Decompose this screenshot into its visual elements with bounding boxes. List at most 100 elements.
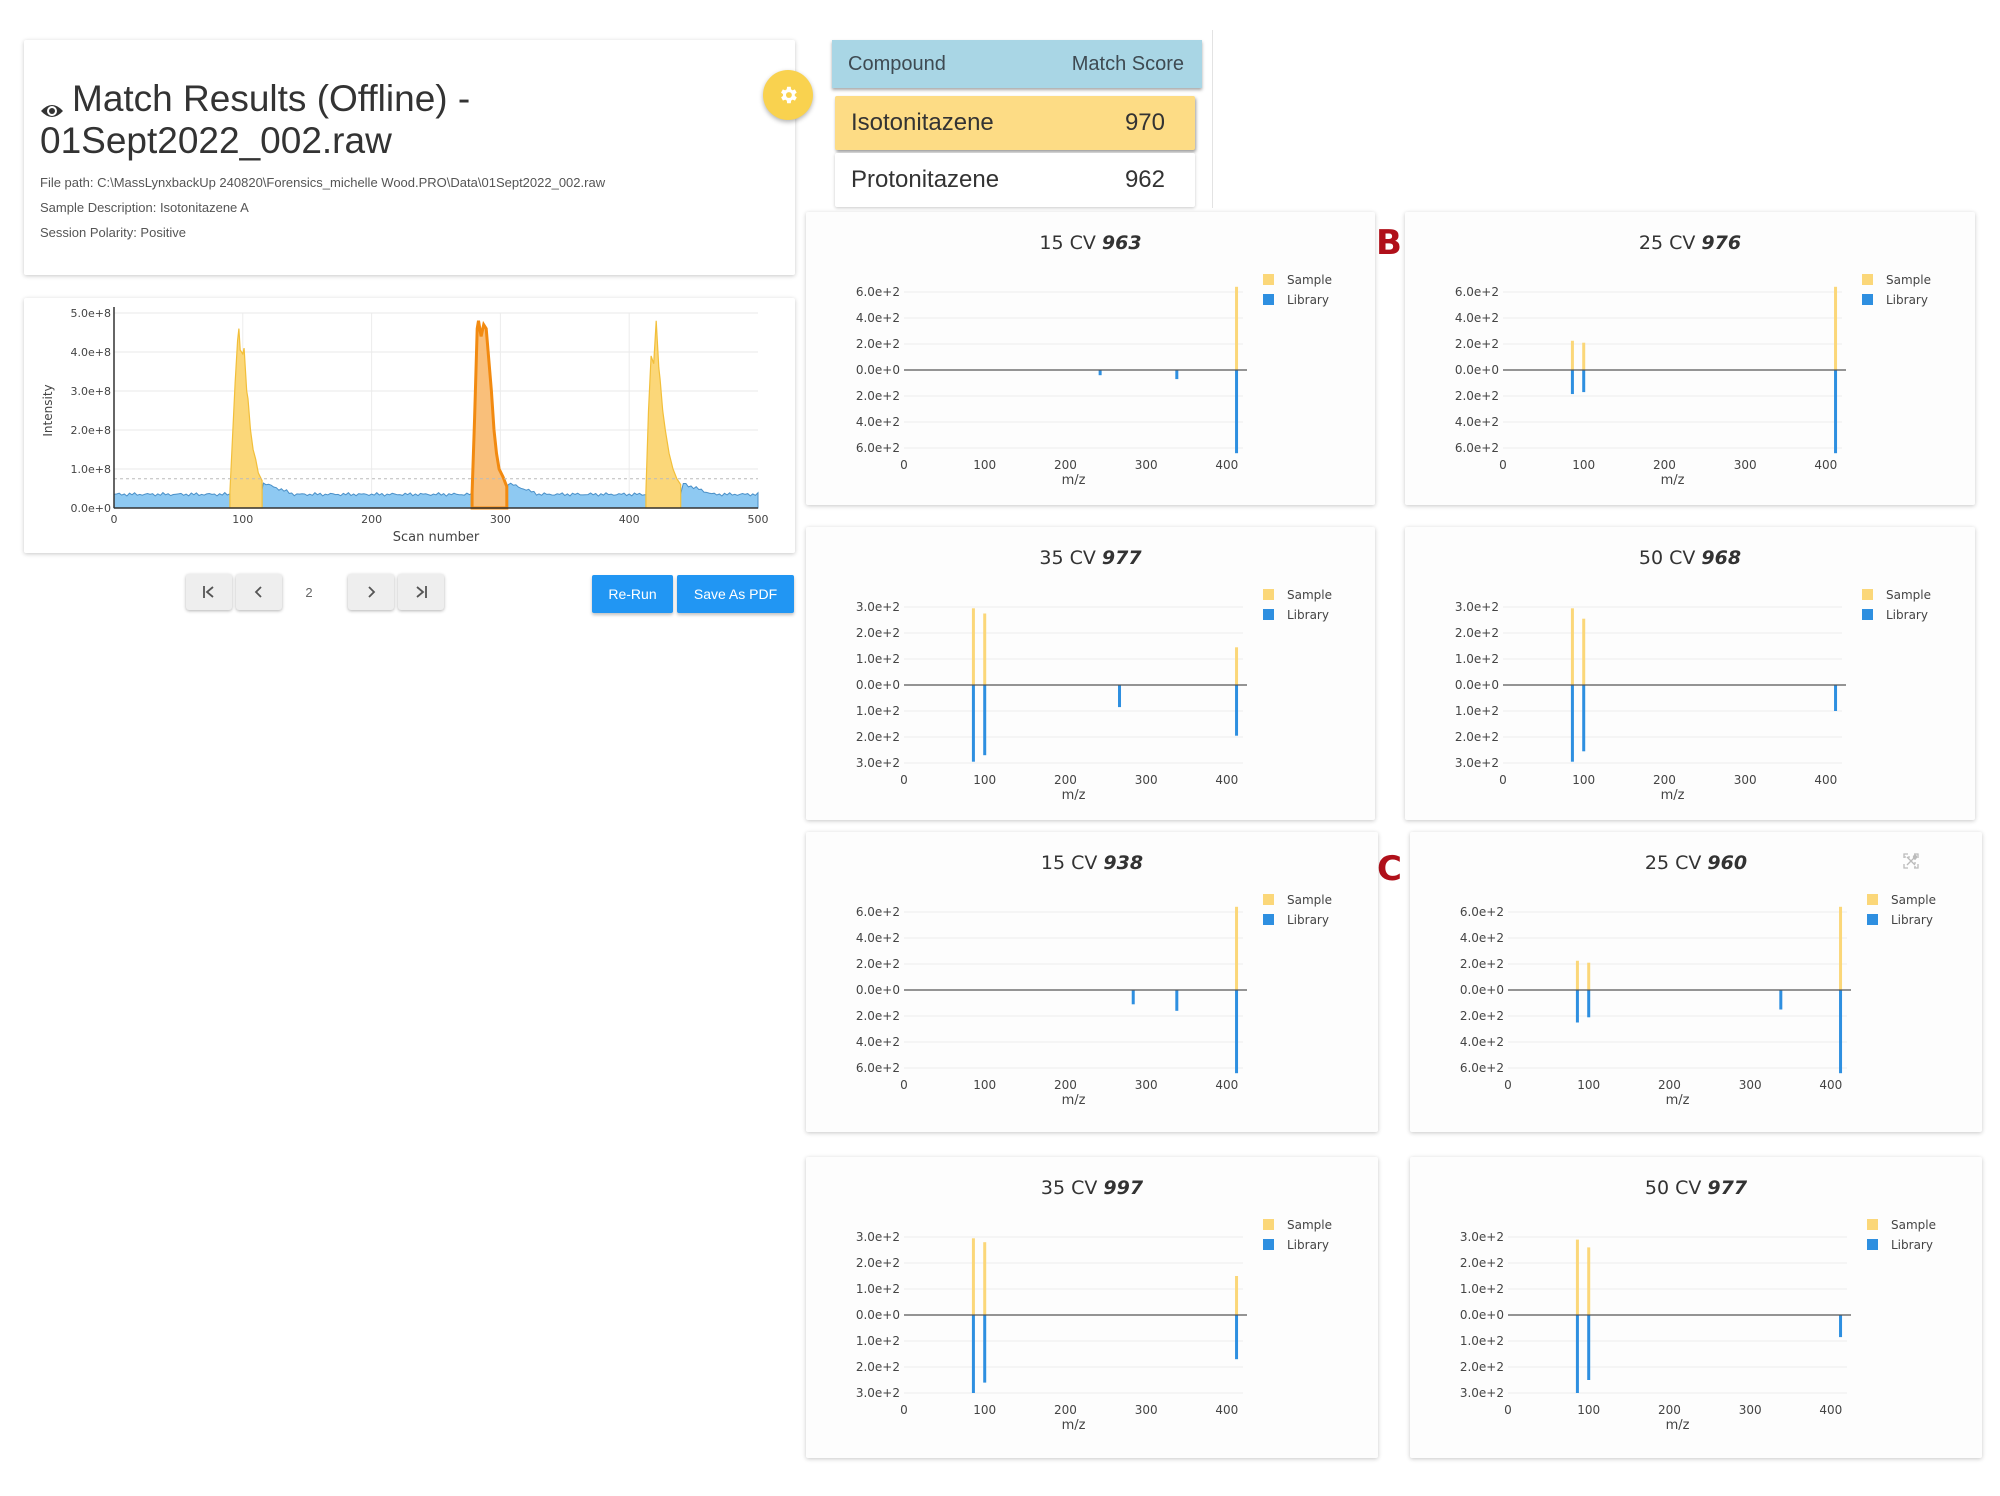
x-tick-label: 100 (1572, 773, 1595, 787)
y-tick-label: 2.0e+2 (1460, 1360, 1504, 1374)
legend-swatch-sample (1263, 1219, 1274, 1230)
x-axis-label: m/z (1062, 1418, 1086, 1433)
y-tick-label: 0.0e+0 (856, 983, 900, 997)
settings-button[interactable] (763, 70, 813, 120)
y-tick-label: 2.0e+2 (1455, 389, 1499, 403)
library-peak-bar (1235, 990, 1239, 1074)
y-tick-label: 0.0e+0 (856, 363, 900, 377)
spectrum-chart[interactable]: 3.0e+2 2.0e+2 1.0e+2 0.0e+0 1.0e+2 2.0e+2 3.0e… (1410, 1157, 1982, 1458)
last-page-button[interactable] (398, 574, 444, 610)
match-score: 970 (1124, 109, 1165, 136)
y-tick-label: 0.0e+0 (856, 1308, 900, 1322)
spectrum-chart[interactable]: 3.0e+2 2.0e+2 1.0e+2 0.0e+0 1.0e+2 2.0e+2 3.0e… (806, 1157, 1378, 1458)
x-tick-label: 300 (1734, 458, 1757, 472)
session-polarity: Session Polarity: Positive (40, 225, 186, 240)
eye-icon (40, 88, 64, 118)
y-tick-label: 6.0e+2 (1455, 441, 1499, 455)
y-tick-label: 6.0e+2 (1460, 1061, 1504, 1075)
x-tick-label: 300 (1135, 1078, 1158, 1092)
library-peak-bar (1575, 1315, 1579, 1393)
column-header-compound: Compound (848, 52, 946, 75)
y-tick-label: 0.0e+0 (1455, 363, 1499, 377)
y-tick-label: 0.0e+0 (1460, 983, 1504, 997)
spectrum-card: 25 CV 960 6.0e+2 4.0e+2 2.0e+2 0.0e+0 2.0e+2 4… (1410, 832, 1982, 1132)
next-page-button[interactable] (348, 574, 394, 610)
y-axis-label: Intensity (41, 384, 55, 436)
library-peak-bar (1175, 990, 1179, 1011)
x-tick-label: 100 (973, 1403, 996, 1417)
compound-table: Compound Match Score Isotonitazene 970 P… (832, 40, 1202, 207)
y-tick-label: 0.0e+0 (71, 502, 111, 515)
spectrum-card: 35 CV 977 3.0e+2 2.0e+2 1.0e+2 0.0e+0 1.0e+2 2… (806, 527, 1375, 820)
y-tick-label: 2.0e+2 (856, 730, 900, 744)
spectrum-chart[interactable]: 6.0e+2 4.0e+2 2.0e+2 0.0e+0 2.0e+2 4.0e+2 6.0e… (806, 212, 1375, 505)
sample-peak-bar (1575, 1239, 1579, 1315)
x-axis-label: m/z (1666, 1418, 1690, 1433)
spectrum-chart[interactable]: 3.0e+2 2.0e+2 1.0e+2 0.0e+0 1.0e+2 2.0e+2 3.0e… (806, 527, 1375, 820)
y-tick-label: 5.0e+8 (71, 307, 111, 320)
x-tick-label: 300 (1739, 1078, 1762, 1092)
spectrum-chart[interactable]: 3.0e+2 2.0e+2 1.0e+2 0.0e+0 1.0e+2 2.0e+2 3.0e… (1405, 527, 1975, 820)
sample-peak-bar (1587, 1247, 1591, 1315)
chromatogram-card: 0.0e+0 1.0e+8 2.0e+8 3.0e+8 4.0e+8 5.0e+8 0 100… (24, 298, 795, 553)
previous-page-button[interactable] (236, 574, 282, 610)
legend-label-sample: Sample (1891, 893, 1936, 907)
title-line-1: Match Results (Offline) - (72, 78, 471, 119)
spectrum-chart[interactable]: 6.0e+2 4.0e+2 2.0e+2 0.0e+0 2.0e+2 4.0e+2 6.0e… (1410, 832, 1982, 1132)
spectrum-chart[interactable]: 6.0e+2 4.0e+2 2.0e+2 0.0e+0 2.0e+2 4.0e+2 6.0e… (1405, 212, 1975, 505)
page-title: Match Results (Offline) - 01Sept2022_002… (40, 78, 470, 162)
legend-label-sample: Sample (1287, 1218, 1332, 1232)
rerun-button[interactable]: Re-Run (592, 575, 673, 613)
peak (229, 328, 263, 509)
chromatogram-chart[interactable]: 0.0e+0 1.0e+8 2.0e+8 3.0e+8 4.0e+8 5.0e+8 0 100… (24, 298, 795, 553)
library-peak-bar (1575, 990, 1579, 1023)
y-tick-label: 6.0e+2 (856, 441, 900, 455)
y-tick-label: 2.0e+2 (1455, 730, 1499, 744)
chevron-right-icon (368, 586, 376, 598)
y-tick-label: 0.0e+0 (856, 678, 900, 692)
y-tick-label: 2.0e+2 (856, 1360, 900, 1374)
y-tick-label: 2.0e+2 (1460, 957, 1504, 971)
spectrum-card: 15 CV 938 6.0e+2 4.0e+2 2.0e+2 0.0e+0 2.0e+2 4… (806, 832, 1378, 1132)
spectrum-chart[interactable]: 6.0e+2 4.0e+2 2.0e+2 0.0e+0 2.0e+2 4.0e+2 6.0e… (806, 832, 1378, 1132)
library-peak-bar (1098, 370, 1102, 376)
y-tick-label: 3.0e+8 (71, 385, 111, 398)
y-tick-label: 1.0e+2 (856, 704, 900, 718)
sample-peak-bar (1839, 906, 1843, 990)
first-page-icon (203, 586, 214, 598)
sample-peak-bar (983, 613, 987, 685)
y-tick-label: 1.0e+2 (856, 1282, 900, 1296)
legend-label-library: Library (1287, 608, 1329, 622)
column-header-match-score: Match Score (1071, 52, 1184, 75)
save-as-pdf-button[interactable]: Save As PDF (677, 575, 794, 613)
library-peak-bar (1235, 370, 1239, 454)
compound-row[interactable]: Protonitazene 962 (835, 153, 1195, 207)
x-axis-label: m/z (1661, 788, 1685, 803)
y-tick-label: 6.0e+2 (856, 1061, 900, 1075)
y-tick-label: 4.0e+2 (856, 415, 900, 429)
x-axis-label: m/z (1666, 1093, 1690, 1108)
y-tick-label: 1.0e+2 (1460, 1282, 1504, 1296)
sample-peak-bar (1582, 618, 1586, 685)
x-tick-label: 0 (900, 1078, 908, 1092)
compound-row-selected[interactable]: Isotonitazene 970 (835, 96, 1195, 150)
x-tick-label: 400 (1819, 1078, 1842, 1092)
x-tick-label: 200 (1653, 773, 1676, 787)
y-tick-label: 2.0e+2 (1460, 1256, 1504, 1270)
x-tick-label: 300 (1135, 458, 1158, 472)
x-tick-label: 200 (361, 513, 382, 526)
y-tick-label: 3.0e+2 (856, 600, 900, 614)
first-page-button[interactable] (186, 574, 232, 610)
x-tick-label: 400 (1814, 773, 1837, 787)
legend-label-library: Library (1287, 1238, 1329, 1252)
x-tick-label: 400 (1215, 1078, 1238, 1092)
x-tick-label: 400 (1819, 1403, 1842, 1417)
library-peak-bar (1587, 1315, 1591, 1380)
legend-label-sample: Sample (1287, 273, 1332, 287)
y-tick-label: 3.0e+2 (856, 756, 900, 770)
y-tick-label: 2.0e+2 (1455, 337, 1499, 351)
library-peak-bar (1587, 990, 1591, 1018)
legend-label-library: Library (1886, 608, 1928, 622)
x-tick-label: 100 (973, 773, 996, 787)
y-tick-label: 3.0e+2 (1460, 1230, 1504, 1244)
